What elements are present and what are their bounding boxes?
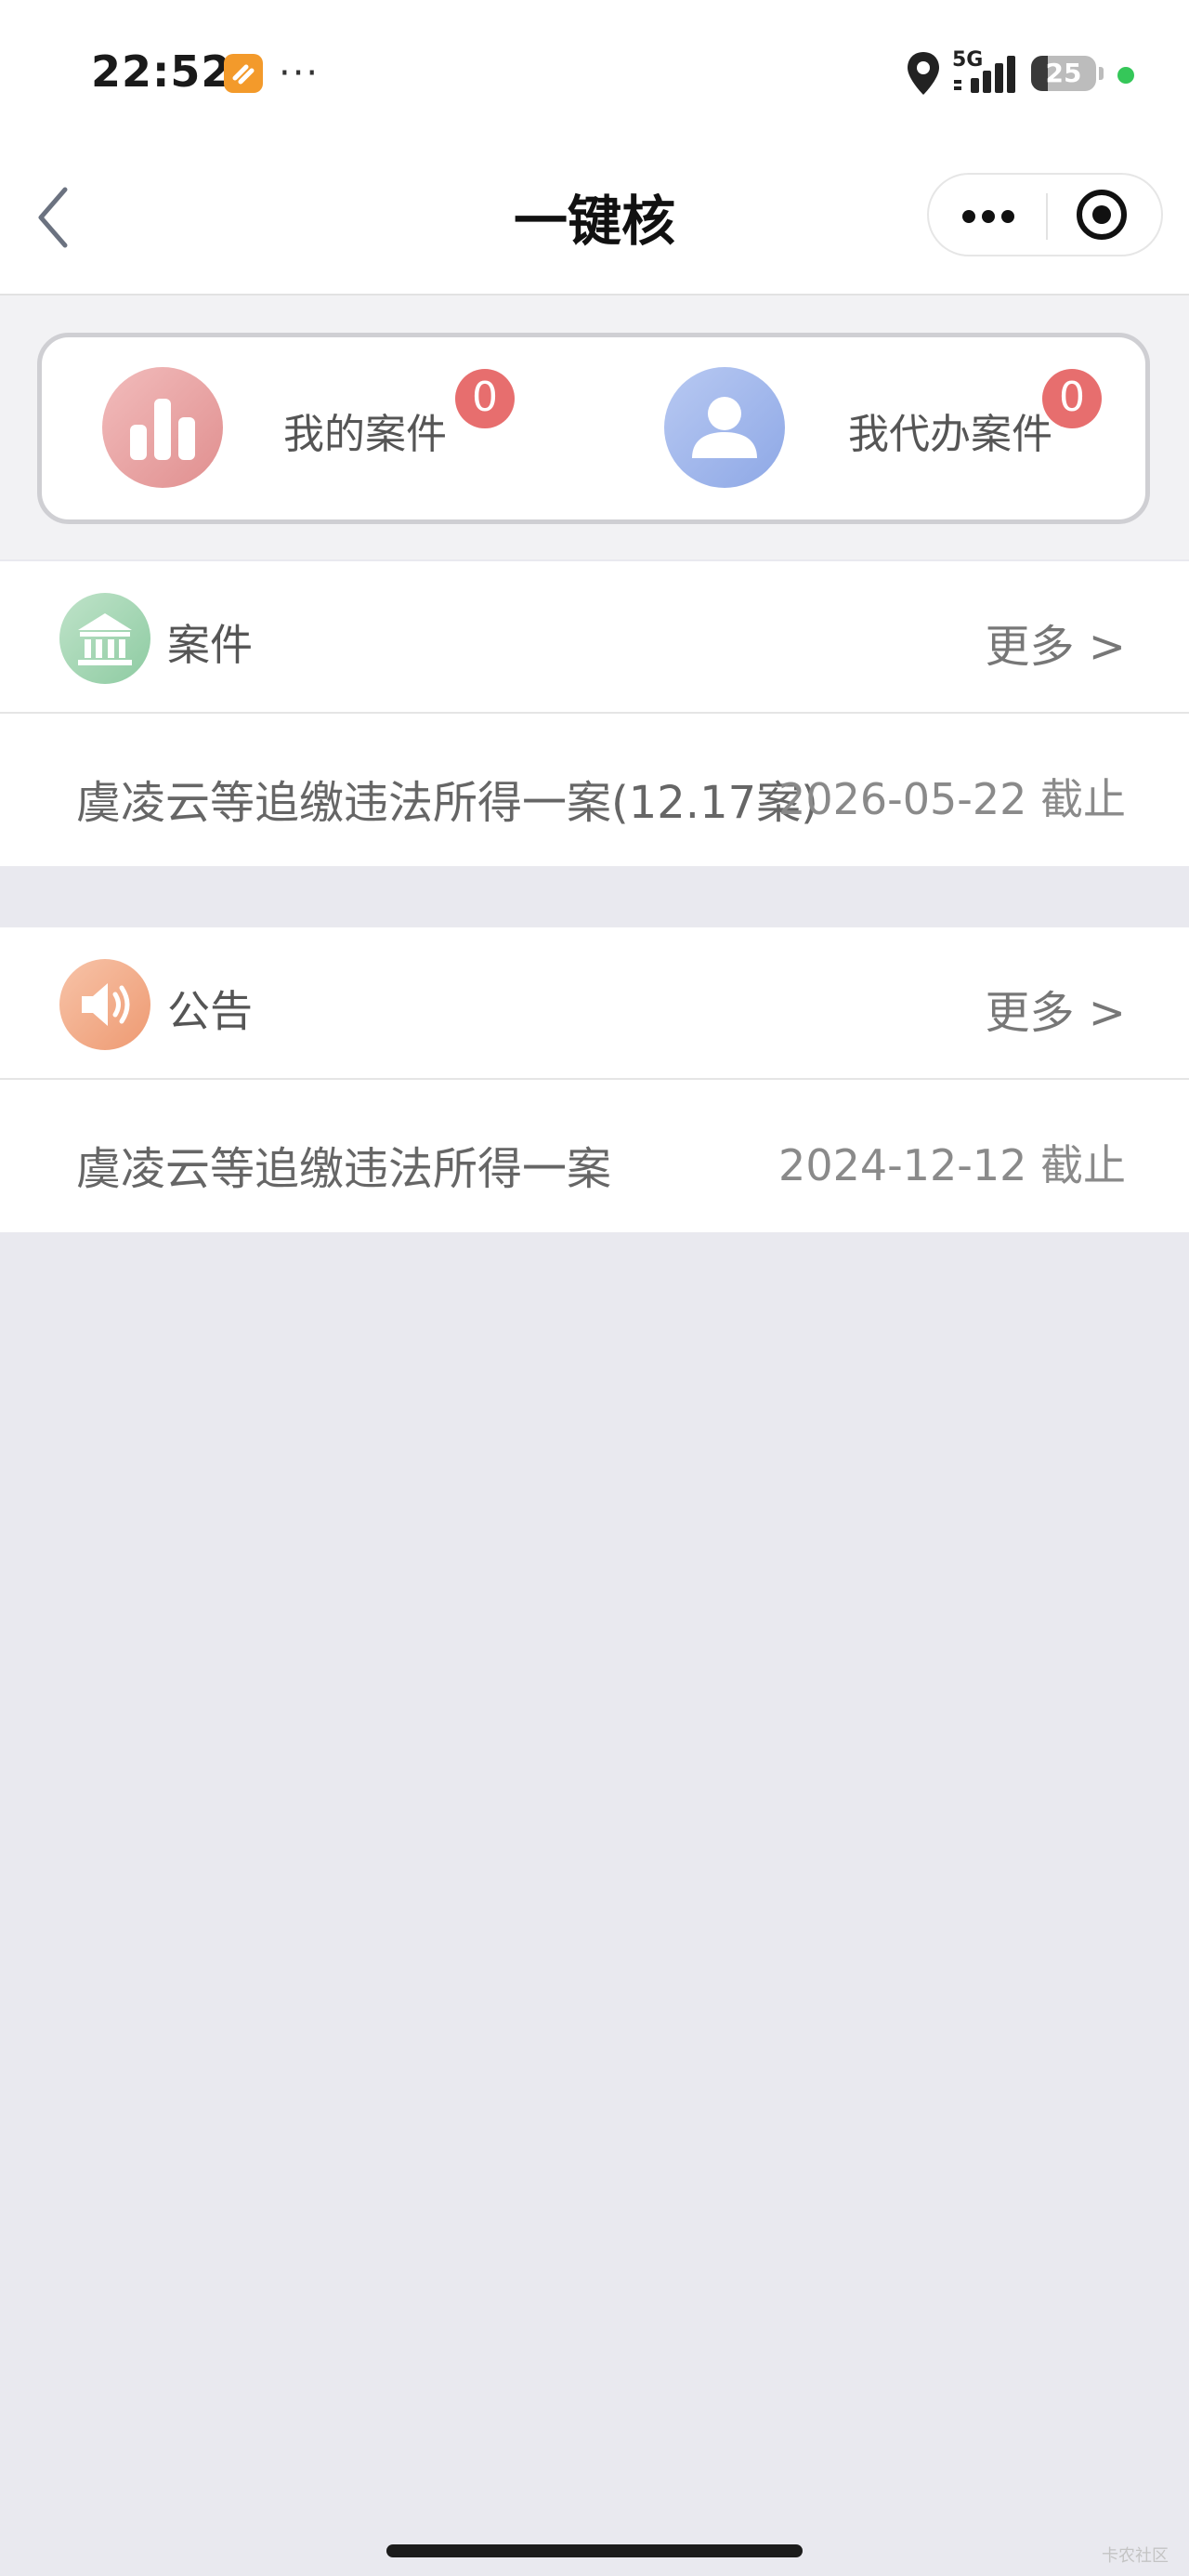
more-dots-icon (982, 210, 995, 223)
more-button[interactable] (929, 175, 1046, 255)
notice-item-title: 虞凌云等追缴违法所得一案 (76, 1143, 612, 1195)
notice-item-deadline: 2024-12-12 截止 (778, 1140, 1126, 1190)
agent-cases-entry[interactable]: 我代办案件 0 (590, 337, 1145, 519)
cases-more-link[interactable]: 更多 > (986, 610, 1126, 675)
notices-more-link[interactable]: 更多 > (986, 976, 1126, 1041)
close-mini-program-button[interactable] (1048, 175, 1163, 255)
notices-section-header: 公告 更多 > (0, 927, 1189, 1080)
notices-section: 公告 更多 > 虞凌云等追缴违法所得一案 2024-12-12 截止 (0, 927, 1189, 1232)
home-indicator[interactable] (386, 2544, 803, 2557)
battery-icon: 25 (1031, 56, 1096, 91)
my-cases-count-badge: 0 (455, 369, 515, 428)
back-chevron-icon (38, 187, 68, 248)
location-icon (908, 52, 939, 95)
more-dots-icon (962, 210, 975, 223)
case-item-deadline: 2026-05-22 截止 (778, 774, 1126, 824)
battery-tip (1099, 67, 1104, 80)
more-dots-icon (1001, 210, 1014, 223)
case-item-title: 虞凌云等追缴违法所得一案(12.17案) (76, 777, 818, 829)
my-cases-label: 我的案件 (283, 411, 447, 458)
privacy-indicator-icon (1117, 67, 1134, 84)
target-icon (1077, 190, 1127, 240)
nav-bar: 一键核 (0, 149, 1189, 296)
speaker-icon (59, 959, 150, 1050)
cases-section: 案件 更多 > 虞凌云等追缴违法所得一案(12.17案) 2026-05-22 … (0, 561, 1189, 866)
battery-level: 25 (1045, 58, 1082, 88)
notices-section-title: 公告 (167, 986, 253, 1036)
cases-section-header: 案件 更多 > (0, 561, 1189, 714)
summary-card: 我的案件 0 我代办案件 0 (37, 333, 1150, 524)
status-bar: 22:52 ··· 5G 25 (0, 0, 1189, 149)
cases-section-title: 案件 (167, 620, 253, 670)
mini-program-capsule (927, 173, 1163, 256)
app-notification-icon (224, 54, 263, 93)
signal-icon (954, 56, 1015, 93)
agent-cases-label: 我代办案件 (848, 411, 1052, 458)
bar-chart-icon (102, 367, 223, 488)
agent-cases-count-badge: 0 (1042, 369, 1102, 428)
my-cases-entry[interactable]: 我的案件 0 (42, 337, 590, 519)
back-button[interactable] (28, 180, 84, 255)
status-time: 22:52 (91, 46, 232, 97)
person-icon (664, 367, 785, 488)
status-more-dots: ··· (279, 52, 320, 95)
watermark-text: 卡农社区 (1102, 2546, 1169, 2566)
list-item[interactable]: 虞凌云等追缴违法所得一案(12.17案) 2026-05-22 截止 (0, 714, 1189, 866)
list-item[interactable]: 虞凌云等追缴违法所得一案 2024-12-12 截止 (0, 1080, 1189, 1232)
summary-area: 我的案件 0 我代办案件 0 (0, 296, 1189, 559)
bank-icon (59, 593, 150, 684)
